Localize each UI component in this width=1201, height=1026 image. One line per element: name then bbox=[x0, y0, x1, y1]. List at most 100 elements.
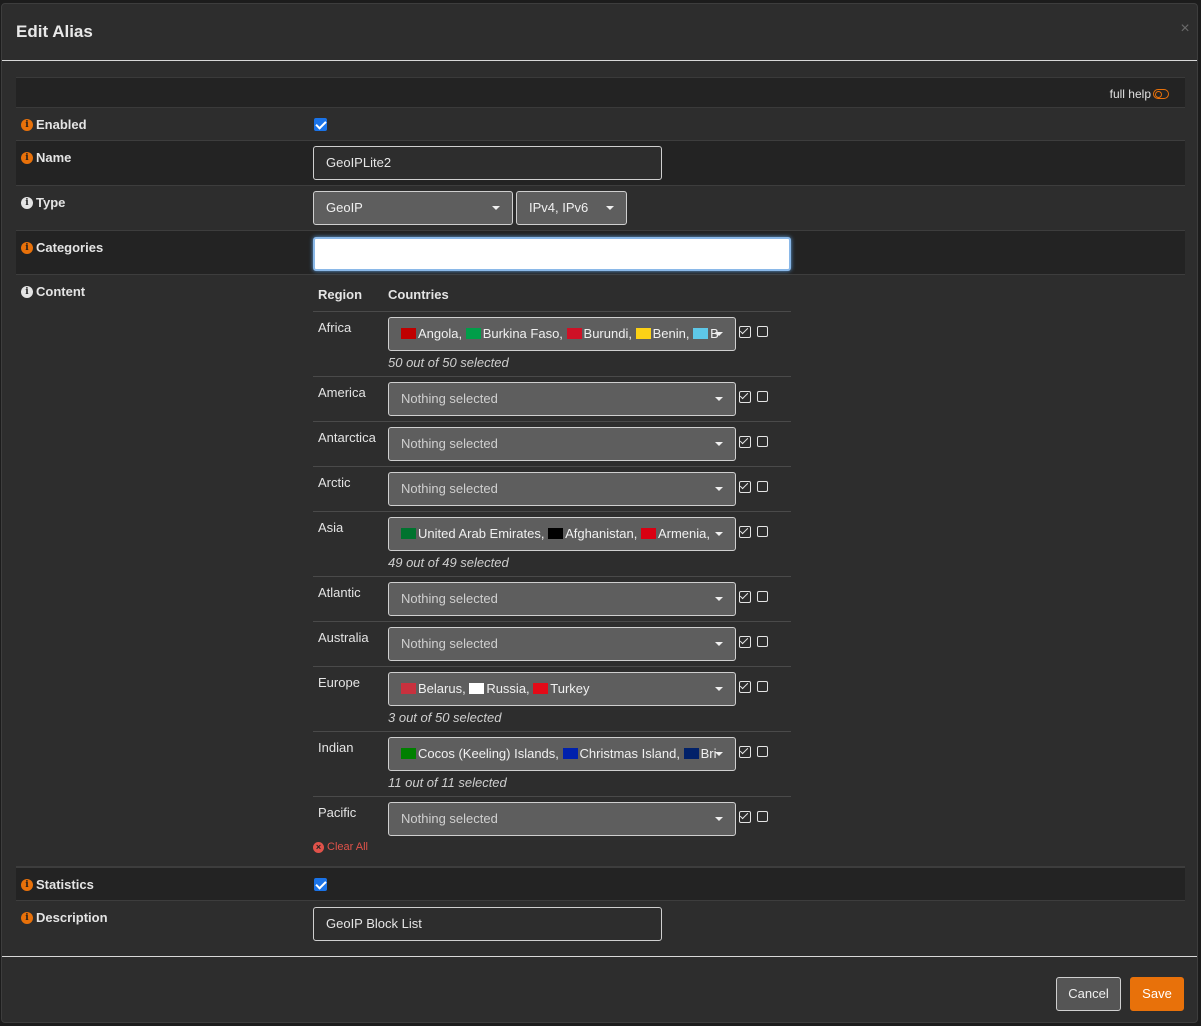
description-input[interactable]: GeoIP Block List bbox=[313, 907, 662, 941]
countries-select[interactable]: Angola, Burkina Faso, Burundi, Benin, B bbox=[388, 317, 736, 351]
info-icon[interactable]: i bbox=[21, 285, 33, 298]
flag-icon bbox=[566, 328, 582, 339]
countries-select[interactable]: Nothing selected bbox=[388, 582, 736, 616]
placeholder-text: Nothing selected bbox=[401, 481, 498, 496]
type-row: i Type GeoIP IPv4, IPv6 bbox=[16, 186, 1185, 231]
deselect-all-icon[interactable] bbox=[757, 391, 768, 402]
countries-select[interactable]: United Arab Emirates, Afghanistan, Armen… bbox=[388, 517, 736, 551]
flag-icon bbox=[635, 328, 651, 339]
deselect-all-icon[interactable] bbox=[757, 481, 768, 492]
flag-icon bbox=[401, 748, 416, 759]
full-help-label: full help bbox=[1109, 87, 1151, 101]
caret-down-icon bbox=[715, 752, 723, 756]
select-all-icon[interactable] bbox=[739, 811, 751, 823]
clear-all-button[interactable]: × Clear All bbox=[313, 841, 368, 853]
categories-input[interactable] bbox=[313, 237, 791, 271]
statistics-row: i Statistics bbox=[16, 867, 1185, 901]
caret-down-icon bbox=[715, 487, 723, 491]
flag-icon bbox=[469, 683, 485, 694]
region-name: America bbox=[318, 385, 366, 400]
country-name: Cocos (Keeling) Islands, bbox=[418, 746, 563, 761]
select-all-icon[interactable] bbox=[739, 526, 751, 538]
country-name: Burkina Faso, bbox=[482, 326, 567, 341]
type-select[interactable]: GeoIP bbox=[313, 191, 513, 225]
info-icon[interactable]: i bbox=[21, 911, 33, 924]
deselect-all-icon[interactable] bbox=[757, 811, 768, 822]
caret-down-icon bbox=[715, 817, 723, 821]
info-icon[interactable]: i bbox=[21, 196, 33, 209]
countries-select[interactable]: Nothing selected bbox=[388, 802, 736, 836]
info-icon[interactable]: i bbox=[21, 151, 33, 164]
select-all-icon[interactable] bbox=[739, 326, 751, 338]
region-row: Asia United Arab Emirates, Afghanistan, A… bbox=[313, 511, 791, 576]
placeholder-text: Nothing selected bbox=[401, 391, 498, 406]
categories-row: i Categories bbox=[16, 231, 1185, 275]
save-button[interactable]: Save bbox=[1130, 977, 1184, 1011]
toggle-icon bbox=[1153, 89, 1169, 99]
region-row: Arctic Nothing selected bbox=[313, 466, 791, 511]
country-name: Russia, bbox=[486, 681, 534, 696]
selected-count: 11 out of 11 selected bbox=[388, 775, 507, 790]
countries-select[interactable]: Nothing selected bbox=[388, 382, 736, 416]
region-name: Africa bbox=[318, 320, 352, 335]
country-name: Christmas Island, bbox=[579, 746, 684, 761]
deselect-all-icon[interactable] bbox=[757, 746, 768, 757]
caret-down-icon bbox=[715, 532, 723, 536]
region-row: Europe Belarus, Russia, Turkey 3 out of 50… bbox=[313, 666, 791, 731]
country-name: Afghanistan, bbox=[565, 526, 641, 541]
flag-icon bbox=[562, 748, 578, 759]
description-row: i Description GeoIP Block List bbox=[16, 901, 1185, 949]
select-all-icon[interactable] bbox=[739, 681, 751, 693]
select-all-icon[interactable] bbox=[739, 436, 751, 448]
categories-label: i Categories bbox=[21, 240, 103, 255]
selected-count: 50 out of 50 selected bbox=[388, 355, 509, 370]
region-row: Antarctica Nothing selected bbox=[313, 421, 791, 466]
flag-icon bbox=[533, 683, 549, 694]
region-row: Africa Angola, Burkina Faso, Burundi, Ben… bbox=[313, 311, 791, 376]
country-name: Turkey bbox=[550, 681, 590, 696]
info-icon[interactable]: i bbox=[21, 878, 33, 891]
countries-select[interactable]: Cocos (Keeling) Islands, Christmas Islan… bbox=[388, 737, 736, 771]
caret-down-icon bbox=[715, 642, 723, 646]
select-all-icon[interactable] bbox=[739, 481, 751, 493]
deselect-all-icon[interactable] bbox=[757, 591, 768, 602]
select-all-icon[interactable] bbox=[739, 591, 751, 603]
full-help-toggle[interactable]: full help bbox=[1110, 87, 1169, 101]
placeholder-text: Nothing selected bbox=[401, 436, 498, 451]
selected-count: 3 out of 50 selected bbox=[388, 710, 502, 725]
name-input[interactable]: GeoIPLite2 bbox=[313, 146, 662, 180]
description-label: i Description bbox=[21, 910, 108, 925]
statistics-label: i Statistics bbox=[21, 877, 94, 892]
flag-icon bbox=[401, 528, 416, 539]
deselect-all-icon[interactable] bbox=[757, 636, 768, 647]
region-row: Atlantic Nothing selected bbox=[313, 576, 791, 621]
deselect-all-icon[interactable] bbox=[757, 436, 768, 447]
flag-icon bbox=[640, 528, 656, 539]
info-icon[interactable]: i bbox=[21, 118, 33, 131]
countries-select[interactable]: Nothing selected bbox=[388, 472, 736, 506]
select-all-icon[interactable] bbox=[739, 746, 751, 758]
modal-footer: Cancel Save bbox=[2, 956, 1197, 1022]
name-row: i Name GeoIPLite2 bbox=[16, 141, 1185, 186]
statistics-checkbox[interactable] bbox=[314, 878, 327, 891]
countries-header: Countries bbox=[388, 287, 449, 302]
deselect-all-icon[interactable] bbox=[757, 681, 768, 692]
select-all-icon[interactable] bbox=[739, 636, 751, 648]
countries-select[interactable]: Nothing selected bbox=[388, 427, 736, 461]
region-name: Arctic bbox=[318, 475, 351, 490]
enabled-checkbox[interactable] bbox=[314, 118, 327, 131]
country-name: Benin, bbox=[652, 326, 694, 341]
cancel-button[interactable]: Cancel bbox=[1056, 977, 1121, 1011]
name-label: i Name bbox=[21, 150, 71, 165]
placeholder-text: Nothing selected bbox=[401, 811, 498, 826]
info-icon[interactable]: i bbox=[21, 241, 33, 254]
deselect-all-icon[interactable] bbox=[757, 326, 768, 337]
select-all-icon[interactable] bbox=[739, 391, 751, 403]
deselect-all-icon[interactable] bbox=[757, 526, 768, 537]
close-icon[interactable]: × bbox=[1177, 20, 1193, 38]
countries-select[interactable]: Nothing selected bbox=[388, 627, 736, 661]
countries-select[interactable]: Belarus, Russia, Turkey bbox=[388, 672, 736, 706]
flag-icon bbox=[693, 328, 709, 339]
protocol-select[interactable]: IPv4, IPv6 bbox=[516, 191, 627, 225]
type-label: i Type bbox=[21, 195, 65, 210]
